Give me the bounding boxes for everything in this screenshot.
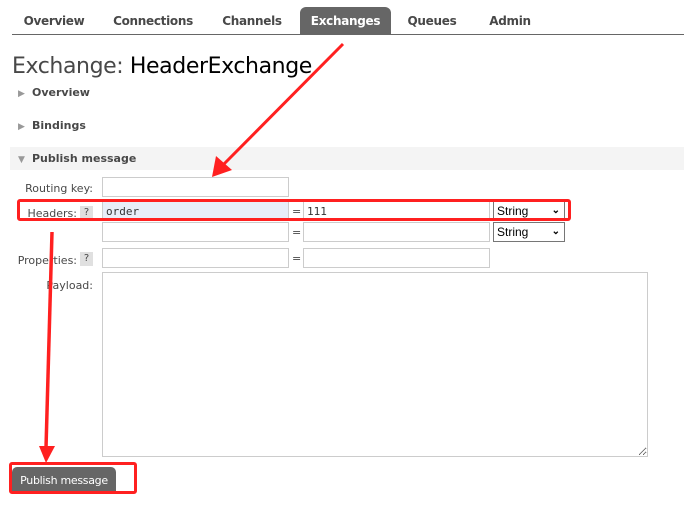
collapse-triangle-icon: ▼ [18,155,25,165]
section-overview[interactable]: ▶ Overview [10,81,684,104]
properties-help-icon[interactable]: ? [80,252,93,266]
section-overview-label: Overview [32,86,90,99]
exchange-name: HeaderExchange [129,54,312,79]
routing-key-input[interactable] [102,177,289,197]
equals-sign: = [292,252,302,265]
payload-label: Payload: [46,279,93,292]
header-value-input[interactable] [303,201,490,221]
tab-queues[interactable]: Queues [397,7,467,35]
header-type-value: String [497,225,529,239]
header-value-input[interactable] [303,222,490,242]
page-title-prefix: Exchange: [12,54,124,79]
tabs-divider [12,34,684,35]
payload-textarea[interactable] [102,272,648,457]
property-key-input[interactable] [102,248,289,268]
publish-message-button[interactable]: Publish message [12,467,116,493]
tab-exchanges[interactable]: Exchanges [300,7,391,35]
property-value-input[interactable] [303,248,490,268]
section-bindings[interactable]: ▶ Bindings [10,114,684,137]
tab-connections[interactable]: Connections [102,7,204,35]
header-type-value: String [497,204,529,218]
properties-label: Properties: [17,254,77,267]
expand-triangle-icon: ▶ [18,89,25,99]
section-publish-label: Publish message [32,152,137,165]
header-key-input[interactable] [102,201,289,221]
page-title: Exchange: HeaderExchange [12,54,312,79]
equals-sign: = [292,226,302,239]
header-type-select[interactable]: String ⌄ [493,222,565,242]
chevron-down-icon: ⌄ [551,226,560,237]
section-publish-message[interactable]: ▼ Publish message [10,147,684,170]
chevron-down-icon: ⌄ [551,205,560,216]
routing-key-label: Routing key: [25,182,93,195]
section-bindings-label: Bindings [32,119,86,132]
tab-admin[interactable]: Admin [476,7,544,35]
header-key-input[interactable] [102,222,289,242]
arrow-head-icon [39,446,55,463]
tab-channels[interactable]: Channels [210,7,294,35]
header-type-select[interactable]: String ⌄ [493,201,565,221]
equals-sign: = [292,205,302,218]
nav-tabs: Overview Connections Channels Exchanges … [12,7,684,35]
headers-help-icon[interactable]: ? [80,206,93,220]
tab-overview[interactable]: Overview [12,7,96,35]
headers-label: Headers: [27,207,78,220]
expand-triangle-icon: ▶ [18,122,25,132]
